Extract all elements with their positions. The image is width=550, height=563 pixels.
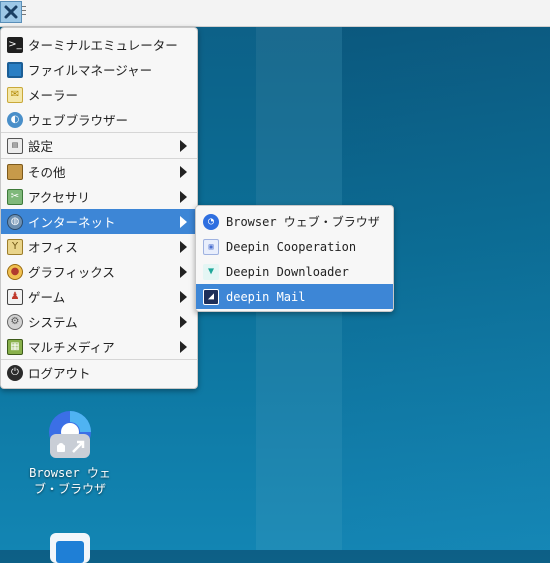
office-icon: Y — [7, 238, 23, 255]
menu-item-system[interactable]: ⚙ システム — [1, 309, 197, 334]
submenu-arrow-icon — [180, 216, 187, 228]
accessories-icon: ✂ — [7, 188, 23, 205]
submenu-arrow-icon — [180, 241, 187, 253]
panel-handle[interactable] — [22, 6, 26, 19]
mail-icon: ✉ — [7, 86, 23, 103]
menu-item-internet[interactable]: ◍ インターネット — [1, 209, 197, 234]
menu-item-mailer[interactable]: ✉ メーラー — [1, 82, 197, 107]
submenu-arrow-icon — [180, 166, 187, 178]
menu-item-accessories[interactable]: ✂ アクセサリ — [1, 184, 197, 209]
menu-item-games[interactable]: ♟ ゲーム — [1, 284, 197, 309]
menu-item-file-manager[interactable]: ファイルマネージャー — [1, 57, 197, 82]
settings-icon: ▤ — [7, 137, 23, 154]
submenu-item-browser[interactable]: ◔ Browser ウェブ・ブラウザ — [196, 209, 393, 234]
menu-item-other[interactable]: その他 — [1, 159, 197, 184]
submenu-arrow-icon — [180, 266, 187, 278]
menu-item-terminal[interactable]: >_ ターミナルエミュレーター — [1, 32, 197, 57]
logout-icon: ⏻ — [7, 364, 23, 381]
graphics-icon: ● — [7, 263, 23, 280]
multimedia-icon: ▦ — [7, 338, 23, 355]
submenu-arrow-icon — [180, 341, 187, 353]
menu-item-graphics[interactable]: ● グラフィックス — [1, 259, 197, 284]
submenu-item-deepin-mail[interactable]: ◢ deepin Mail — [196, 284, 393, 309]
system-icon: ⚙ — [7, 313, 23, 330]
web-browser-icon: ◐ — [7, 111, 23, 128]
file-manager-icon — [7, 61, 23, 78]
application-menu: >_ ターミナルエミュレーター ファイルマネージャー ✉ メーラー ◐ ウェブブ… — [0, 27, 198, 389]
menu-item-web-browser[interactable]: ◐ ウェブブラウザー — [1, 107, 197, 132]
downloader-icon: ▼ — [203, 263, 219, 280]
games-icon: ♟ — [7, 288, 23, 305]
submenu-arrow-icon — [180, 316, 187, 328]
other-icon — [7, 163, 23, 180]
cooperation-icon: ▣ — [203, 238, 219, 255]
internet-icon: ◍ — [7, 213, 23, 230]
submenu-arrow-icon — [180, 291, 187, 303]
deepin-mail-icon: ◢ — [203, 288, 219, 305]
submenu-arrow-icon — [180, 140, 187, 152]
menu-item-multimedia[interactable]: ▦ マルチメディア — [1, 334, 197, 359]
submenu-arrow-icon — [180, 191, 187, 203]
menu-item-settings[interactable]: ▤ 設定 — [1, 133, 197, 158]
menu-item-office[interactable]: Y オフィス — [1, 234, 197, 259]
submenu-item-deepin-cooperation[interactable]: ▣ Deepin Cooperation — [196, 234, 393, 259]
desktop-icon-browser[interactable]: Browser ウェ ブ・ブラウザ — [24, 410, 116, 497]
desktop-icon-label: Browser ウェ ブ・ブラウザ — [29, 466, 111, 496]
browser-icon: ◔ — [203, 213, 219, 230]
submenu-item-deepin-downloader[interactable]: ▼ Deepin Downloader — [196, 259, 393, 284]
internet-submenu: ◔ Browser ウェブ・ブラウザ ▣ Deepin Cooperation … — [195, 205, 394, 312]
menu-item-logout[interactable]: ⏻ ログアウト — [1, 360, 197, 385]
terminal-icon: >_ — [7, 36, 23, 53]
system-menu-icon[interactable] — [0, 1, 22, 23]
desktop-icon-partial[interactable] — [50, 533, 90, 563]
browser-desktop-icon — [46, 410, 94, 460]
top-panel — [0, 0, 550, 27]
